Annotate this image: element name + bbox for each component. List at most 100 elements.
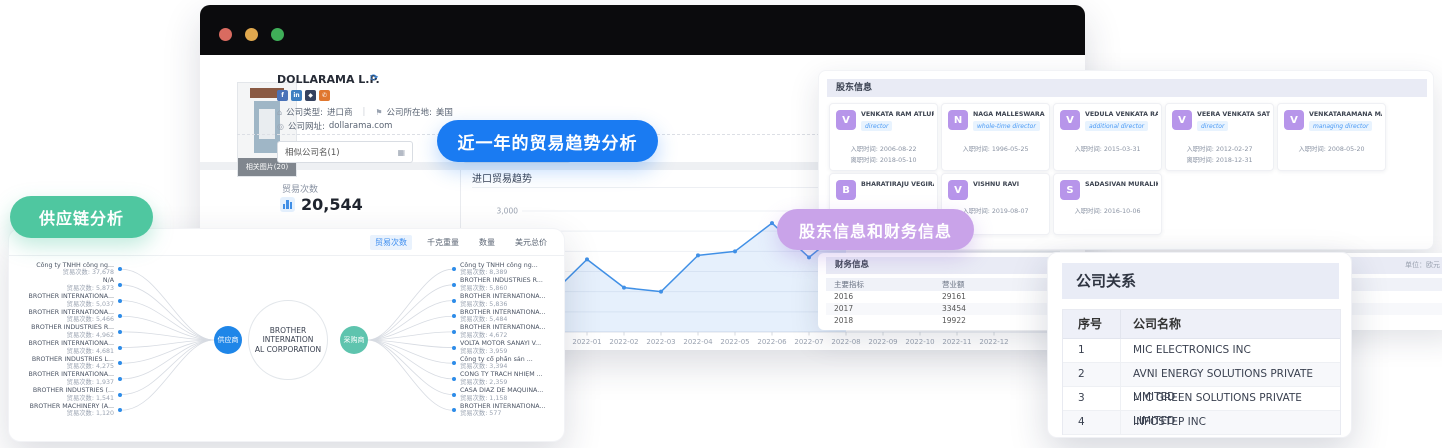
buyer-item[interactable]: BROTHER INTERNATIONA... 贸易次数: 577: [460, 403, 562, 418]
shareholder-card[interactable]: N NAGA MALLESWARA R... whole-time director…: [941, 103, 1050, 171]
avatar: V: [948, 180, 968, 200]
relation-row[interactable]: 3 MIC GREEN SOLUTIONS PRIVATE LIMITED: [1063, 387, 1340, 427]
company-name: DOLLARAMA L.P.: [277, 73, 380, 86]
company-website-value[interactable]: dollarama.com: [329, 121, 393, 131]
svg-text:2022-10: 2022-10: [905, 338, 934, 346]
avatar: V: [1060, 110, 1080, 130]
buyer-item[interactable]: BROTHER INTERNATIONA... 贸易次数: 5,484: [460, 309, 562, 324]
shareholder-card[interactable]: V VEERA VENKATA SATYA... director 入职时间: 201…: [1165, 103, 1274, 171]
svg-text:2022-02: 2022-02: [609, 338, 638, 346]
role-badge: managing director: [1309, 121, 1373, 131]
buyer-item[interactable]: BROTHER INTERNATIONA... 贸易次数: 4,672: [460, 324, 562, 339]
buyer-item[interactable]: CASA DIAZ DE MAQUINA... 贸易次数: 1,158: [460, 387, 562, 402]
similar-company-dropdown[interactable]: 相似公司名(1) ▦: [277, 141, 413, 163]
svg-text:2022-07: 2022-07: [794, 338, 823, 346]
flag-icon: ⚑: [375, 107, 383, 117]
supplier-item[interactable]: N/A 贸易次数: 5,873: [17, 277, 114, 292]
supplier-trade-count: 贸易次数: 1,937: [66, 378, 114, 386]
supplier-item[interactable]: BROTHER INTERNATIONA... 贸易次数: 5,037: [17, 293, 114, 308]
buyer-dot: [452, 345, 456, 350]
supplier-item[interactable]: BROTHER INTERNATIONA... 贸易次数: 5,466: [17, 309, 114, 324]
supplier-dot: [118, 376, 122, 381]
financial-value: 29161: [942, 292, 966, 301]
relation-company-name: MIC ELECTRONICS INC: [1133, 344, 1251, 356]
supplier-item[interactable]: Công ty TNHH công ng... 贸易次数: 37,678: [17, 262, 114, 277]
supplier-trade-count: 贸易次数: 1,120: [66, 410, 114, 418]
scene: 相关图片(20) DOLLARAMA L.P. ⟳ f in ◆ ✆ ⌂ 公司类型: …: [0, 0, 1442, 448]
supplier-item[interactable]: BROTHER INDUSTRIES (... 贸易次数: 1,541: [17, 387, 114, 402]
company-type-value: 进口商: [326, 108, 353, 118]
globe-icon: ◎: [277, 121, 284, 131]
buyer-item[interactable]: CÔNG TY TRÁCH NHIỆM ... 贸易次数: 2,359: [460, 371, 562, 386]
role-badge: director: [861, 121, 893, 131]
buyer-item[interactable]: VOLTA MOTOR SANAYİ V... 贸易次数: 3,959: [460, 340, 562, 355]
relation-row[interactable]: 2 AVNI ENERGY SOLUTIONS PRIVATE LIMITED: [1063, 363, 1340, 403]
role-badge: whole-time director: [973, 121, 1040, 131]
supplier-item[interactable]: BROTHER INTERNATIONA... 贸易次数: 1,937: [17, 371, 114, 386]
buyer-node[interactable]: 采购商: [340, 326, 368, 354]
shareholder-name: VENKATARAMANA MAG...: [1309, 111, 1382, 118]
tab-美元总价[interactable]: 美元总价: [510, 235, 552, 250]
join-date: 入职时间: 2008-05-20: [1298, 146, 1365, 153]
financial-value: 33454: [942, 304, 966, 313]
relation-row[interactable]: 4 INFOSTEP INC: [1063, 411, 1340, 435]
relation-index: 3: [1063, 387, 1121, 410]
buyer-dot: [452, 376, 456, 381]
supplier-item[interactable]: BROTHER INDUSTRIES R... 贸易次数: 4,962: [17, 324, 114, 339]
shareholder-name: VEERA VENKATA SATYA...: [1197, 111, 1270, 118]
shareholder-card[interactable]: V VEDULA VENKATA RAM... additional directo…: [1053, 103, 1162, 171]
company-website-line: ◎ 公司网址: dollarama.com: [277, 120, 392, 132]
supplier-name: BROTHER INTERNATIONA...: [28, 340, 114, 348]
app-icon[interactable]: ◆: [305, 90, 316, 101]
shareholder-name: NAGA MALLESWARA R...: [973, 111, 1046, 118]
trade-count-value: 20,544: [301, 195, 363, 214]
linkedin-icon[interactable]: in: [291, 90, 302, 101]
tab-千克重量[interactable]: 千克重量: [422, 235, 464, 250]
svg-text:2022-11: 2022-11: [942, 338, 971, 346]
supplier-name: N/A: [102, 277, 114, 285]
relations-table-header: 序号 公司名称: [1063, 310, 1340, 339]
leave-date: 离职时间: 2018-12-31: [1186, 157, 1253, 164]
relations-header-company: 公司名称: [1133, 317, 1182, 331]
financial-value: 19922: [942, 316, 966, 325]
svg-text:2022-03: 2022-03: [646, 338, 675, 346]
buyer-item[interactable]: BROTHER INDUSTRIES R... 贸易次数: 5,860: [460, 277, 562, 292]
svg-text:2022-12: 2022-12: [979, 338, 1008, 346]
buyer-item[interactable]: Công ty TNHH công ng... 贸易次数: 8,389: [460, 262, 562, 277]
tab-数量[interactable]: 数量: [474, 235, 500, 250]
traffic-light-maximize[interactable]: [271, 28, 284, 41]
relation-row[interactable]: 1 MIC ELECTRONICS INC: [1063, 339, 1340, 363]
company-relations-card: 公司关系 序号 公司名称 1 MIC ELECTRONICS INC 2 AVNI E…: [1047, 252, 1352, 438]
supplier-trade-count: 贸易次数: 4,962: [66, 331, 114, 339]
avatar: V: [1284, 110, 1304, 130]
shareholder-card[interactable]: V VENKATARAMANA MAG... managing director 入职…: [1277, 103, 1386, 171]
contact-icon[interactable]: ✆: [319, 90, 330, 101]
buyer-item[interactable]: BROTHER INTERNATIONA... 贸易次数: 5,836: [460, 293, 562, 308]
join-date: 入职时间: 2015-03-31: [1074, 146, 1141, 153]
tab-贸易次数[interactable]: 贸易次数: [370, 234, 412, 250]
supplier-item[interactable]: BROTHER INTERNATIONA... 贸易次数: 4,681: [17, 340, 114, 355]
company-type-label: 公司类型:: [286, 108, 323, 118]
shareholder-card[interactable]: S SADASIVAN MURALIKR... 入职时间: 2016-10-06: [1053, 173, 1162, 235]
shareholder-card[interactable]: V VENKATA RAM ATLURI director 入职时间: 2006-08…: [829, 103, 938, 171]
relation-index: 4: [1063, 411, 1121, 434]
supplier-item[interactable]: BROTHER MACHINERY (A... 贸易次数: 1,120: [17, 403, 114, 418]
buyer-dot: [452, 329, 456, 334]
supply-chain-badge: 供应链分析: [10, 196, 153, 238]
refresh-icon[interactable]: ⟳: [370, 73, 378, 84]
facebook-icon[interactable]: f: [277, 90, 288, 101]
supplier-node[interactable]: 供应商: [214, 326, 242, 354]
join-date: 入职时间: 2016-10-06: [1074, 208, 1141, 215]
avatar: S: [1060, 180, 1080, 200]
center-company-node[interactable]: BROTHER INTERNATION AL CORPORATION: [248, 300, 328, 380]
svg-text:2022-06: 2022-06: [757, 338, 787, 346]
supplier-trade-count: 贸易次数: 5,037: [66, 300, 114, 308]
supplier-item[interactable]: BROTHER INDUSTRIES L... 贸易次数: 4,275: [17, 356, 114, 371]
tenure-dates: 入职时间: 2015-03-31: [1054, 144, 1161, 155]
avatar: N: [948, 110, 968, 130]
traffic-light-minimize[interactable]: [245, 28, 258, 41]
buyer-name: CASA DIAZ DE MAQUINA...: [460, 387, 544, 394]
traffic-light-close[interactable]: [219, 28, 232, 41]
buyer-item[interactable]: Công ty cổ phần sản ... 贸易次数: 3,394: [460, 356, 562, 371]
trend-analysis-badge: 近一年的贸易趋势分析: [437, 120, 658, 162]
